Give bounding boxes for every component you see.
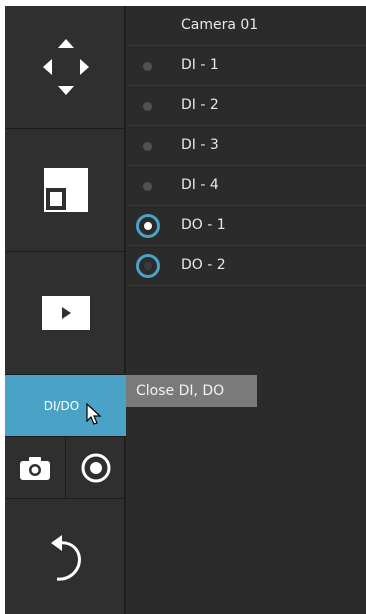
camera-title: Camera 01 <box>181 17 259 33</box>
di-status-indicator <box>143 142 152 151</box>
dido-panel: Camera 01 DI - 1 DI - 2 DI - 3 DI - 4 DO… <box>126 6 366 614</box>
do-toggle-on[interactable] <box>136 214 160 238</box>
camera-icon <box>20 456 50 480</box>
layout-icon <box>43 168 88 212</box>
pan-tilt-button[interactable] <box>5 6 126 129</box>
camera-header: Camera 01 <box>126 6 366 46</box>
tooltip: Close DI, DO <box>126 375 257 407</box>
di-label: DI - 1 <box>181 57 219 73</box>
di-status-indicator <box>143 102 152 111</box>
sidebar: DI/DO <box>5 6 126 614</box>
di-label: DI - 2 <box>181 97 219 113</box>
di-status-indicator <box>143 62 152 71</box>
do-row[interactable]: DO - 2 <box>126 246 366 286</box>
record-icon <box>81 453 111 482</box>
di-row: DI - 3 <box>126 126 366 166</box>
back-button[interactable] <box>5 499 126 614</box>
playback-button[interactable] <box>5 252 126 375</box>
undo-arrow-icon <box>50 534 81 581</box>
play-icon <box>41 296 90 330</box>
di-row: DI - 2 <box>126 86 366 126</box>
record-button[interactable] <box>66 437 126 499</box>
di-status-indicator <box>143 182 152 191</box>
mouse-cursor-icon <box>86 402 102 425</box>
tooltip-text: Close DI, DO <box>136 383 225 399</box>
app-frame: DI/DO Camera 01 DI - 1 DI - 2 DI - 3 DI … <box>5 6 366 614</box>
do-label: DO - 2 <box>181 257 226 273</box>
directional-pad-icon <box>42 39 89 95</box>
do-label: DO - 1 <box>181 217 226 233</box>
do-row[interactable]: DO - 1 <box>126 206 366 246</box>
snapshot-button[interactable] <box>5 437 66 499</box>
do-toggle-off[interactable] <box>136 254 160 278</box>
di-row: DI - 4 <box>126 166 366 206</box>
di-label: DI - 4 <box>181 177 219 193</box>
dido-label: DI/DO <box>43 398 80 413</box>
di-label: DI - 3 <box>181 137 219 153</box>
layout-button[interactable] <box>5 129 126 252</box>
di-row: DI - 1 <box>126 46 366 86</box>
